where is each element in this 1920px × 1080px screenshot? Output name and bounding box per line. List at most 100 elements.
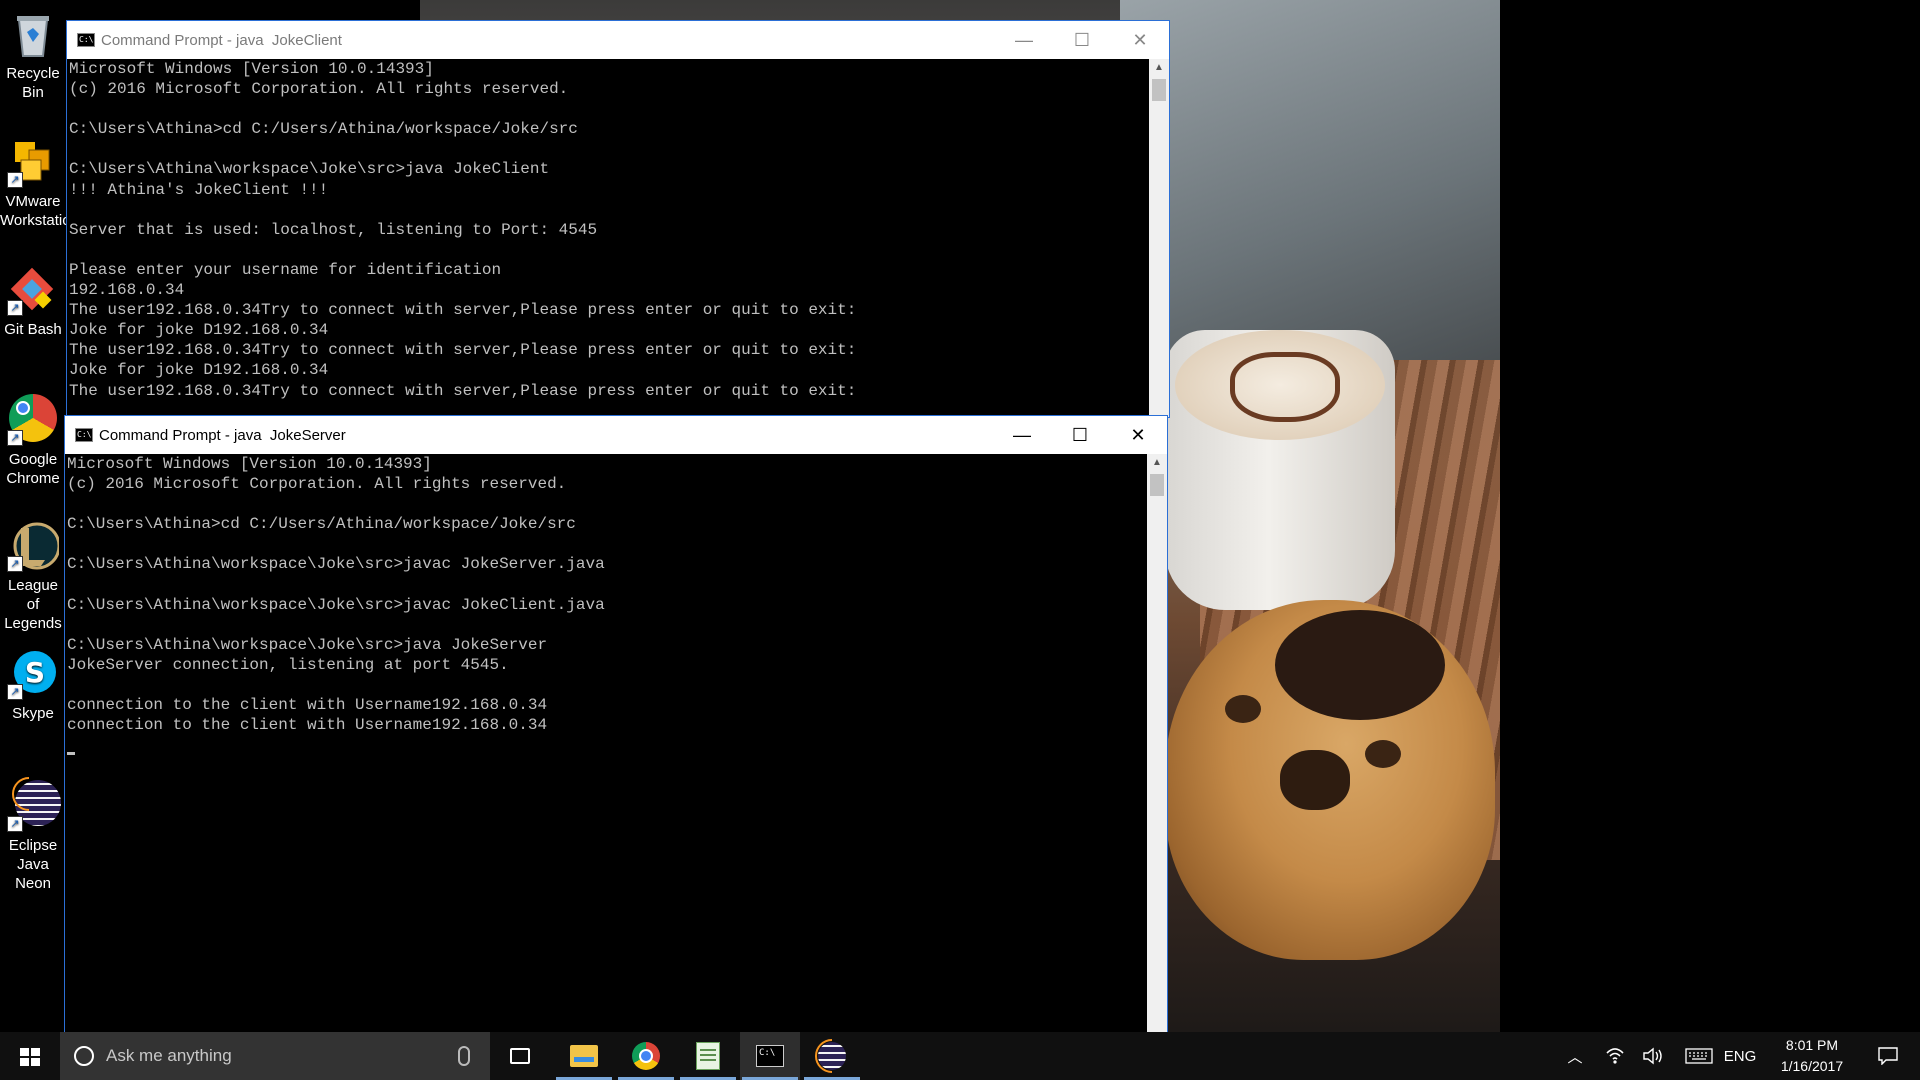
eclipse-icon: ↗ [7,780,61,832]
notepad-icon [696,1042,720,1070]
console-line: Joke for joke D192.168.0.34 [69,361,329,380]
desktop-icon-recycle-bin[interactable]: Recycle Bin [0,8,66,102]
client-console-window[interactable]: C:\ Command Prompt - java JokeClient — ☐… [66,20,1170,418]
minimize-button[interactable]: — [993,416,1051,454]
taskbar-eclipse[interactable] [802,1032,862,1080]
desktop-icon-label: Git Bash [4,321,62,338]
clock[interactable]: 8:01 PM 1/16/2017 [1760,1032,1864,1080]
volume-button[interactable] [1636,1032,1670,1080]
desktop-icon-label: Skype [12,705,54,722]
speaker-icon [1643,1047,1662,1065]
maximize-button[interactable]: ☐ [1051,416,1109,454]
clock-time: 8:01 PM [1785,1037,1839,1053]
wifi-icon [1606,1048,1624,1064]
desktop-icon-label: Google Chrome [6,451,60,487]
taskbar-command-prompt[interactable]: C:\ [740,1032,800,1080]
console-line: C:\Users\Athina\workspace\Joke\src>java … [67,635,548,654]
show-hidden-icons-button[interactable]: ︿ [1560,1032,1590,1080]
shortcut-arrow-icon: ↗ [7,430,23,446]
taskbar-chrome[interactable] [616,1032,676,1080]
scroll-up-icon[interactable]: ▲ [1149,59,1169,77]
chrome-icon [632,1042,660,1070]
network-button[interactable] [1598,1032,1632,1080]
skype-icon: S ↗ [7,648,59,700]
microphone-icon[interactable] [458,1046,470,1066]
cmd-icon: C:\ [77,33,95,47]
window-title: Command Prompt - java JokeClient [101,31,342,49]
svg-text:S: S [25,656,45,689]
scrollbar-thumb[interactable] [1150,474,1164,496]
shortcut-arrow-icon: ↗ [7,172,23,188]
eclipse-icon [818,1042,846,1070]
maximize-button[interactable]: ☐ [1053,21,1111,59]
close-button[interactable]: ✕ [1109,416,1167,454]
console-line: connection to the client with Username19… [67,716,548,735]
console-line: Server that is used: localhost, listenin… [69,220,598,239]
console-line: Joke for joke D192.168.0.34 [69,321,329,340]
console-line: !!! Athina's JokeClient !!! [69,180,329,199]
console-line: The user192.168.0.34Try to connect with … [69,381,857,400]
start-button[interactable] [0,1032,60,1080]
logo-pane [20,1058,29,1066]
windows-logo-icon [20,1048,40,1066]
desktop-icon-skype[interactable]: S ↗ Skype [0,648,66,723]
window-titlebar[interactable]: C:\ Command Prompt - java JokeClient — ☐… [67,21,1169,59]
console-line: Please enter your username for identific… [69,260,502,279]
window-title: Command Prompt - java JokeServer [99,426,346,444]
vertical-scrollbar[interactable]: ▲ [1149,59,1169,417]
action-center-button[interactable] [1864,1032,1912,1080]
wallpaper-latte-art [1175,330,1385,440]
desktop-icon-git-bash[interactable]: ↗ Git Bash [0,264,66,339]
console-line: (c) 2016 Microsoft Corporation. All righ… [67,475,567,494]
recycle-bin-icon [7,8,59,60]
language-indicator[interactable]: ENG [1722,1032,1758,1080]
desktop-icon-league[interactable]: ↗ League of Legends [0,520,66,633]
scroll-up-icon[interactable]: ▲ [1147,454,1167,472]
clock-date: 1/16/2017 [1780,1058,1844,1074]
console-line: C:\Users\Athina\workspace\Joke\src>javac… [67,595,605,614]
search-placeholder: Ask me anything [106,1046,232,1065]
desktop-icon-eclipse[interactable]: ↗ Eclipse Java Neon [0,776,66,893]
cortana-search-box[interactable]: Ask me anything [60,1032,490,1080]
vertical-scrollbar[interactable]: ▲ [1147,454,1167,1052]
desktop-icon-label: Eclipse Java Neon [8,837,58,892]
desktop-icon-chrome[interactable]: ↗ Google Chrome [0,392,66,488]
scrollbar-thumb[interactable] [1152,79,1166,101]
desktop-icon-label: Recycle Bin [6,65,60,101]
console-line: 192.168.0.34 [69,281,185,300]
touch-keyboard-button[interactable] [1680,1032,1718,1080]
desktop-icon-label: VMware Workstation [0,193,66,229]
minimize-button[interactable]: — [995,21,1053,59]
league-icon: ↗ [7,520,61,572]
close-button[interactable]: ✕ [1111,21,1169,59]
console-line: connection to the client with Username19… [67,696,548,715]
git-bash-icon: ↗ [7,264,59,316]
window-titlebar[interactable]: C:\ Command Prompt - java JokeServer — ☐… [65,416,1167,454]
bun-nose [1280,750,1350,810]
desktop-icon-vmware[interactable]: ↗ VMware Workstation [0,136,66,230]
task-view-button[interactable] [490,1032,550,1080]
folder-icon [570,1045,598,1067]
console-line: The user192.168.0.34Try to connect with … [69,341,857,360]
cortana-icon [74,1046,94,1066]
console-cursor-line [67,735,1147,756]
console-output[interactable]: Microsoft Windows [Version 10.0.14393] (c… [69,59,1149,417]
console-line: (c) 2016 Microsoft Corporation. All righ… [69,80,569,99]
server-console-window[interactable]: C:\ Command Prompt - java JokeServer — ☐… [64,415,1168,1053]
chevron-up-icon: ︿ [1567,1048,1583,1066]
logo-pane [31,1048,40,1056]
console-output[interactable]: Microsoft Windows [Version 10.0.14393] (c… [67,454,1147,1052]
bun-mark [1275,610,1445,720]
taskbar-file-explorer[interactable] [554,1032,614,1080]
taskbar-notepad[interactable] [678,1032,738,1080]
console-line: Microsoft Windows [Version 10.0.14393] [69,60,434,78]
chrome-icon: ↗ [7,394,59,446]
keyboard-icon [1685,1048,1713,1064]
